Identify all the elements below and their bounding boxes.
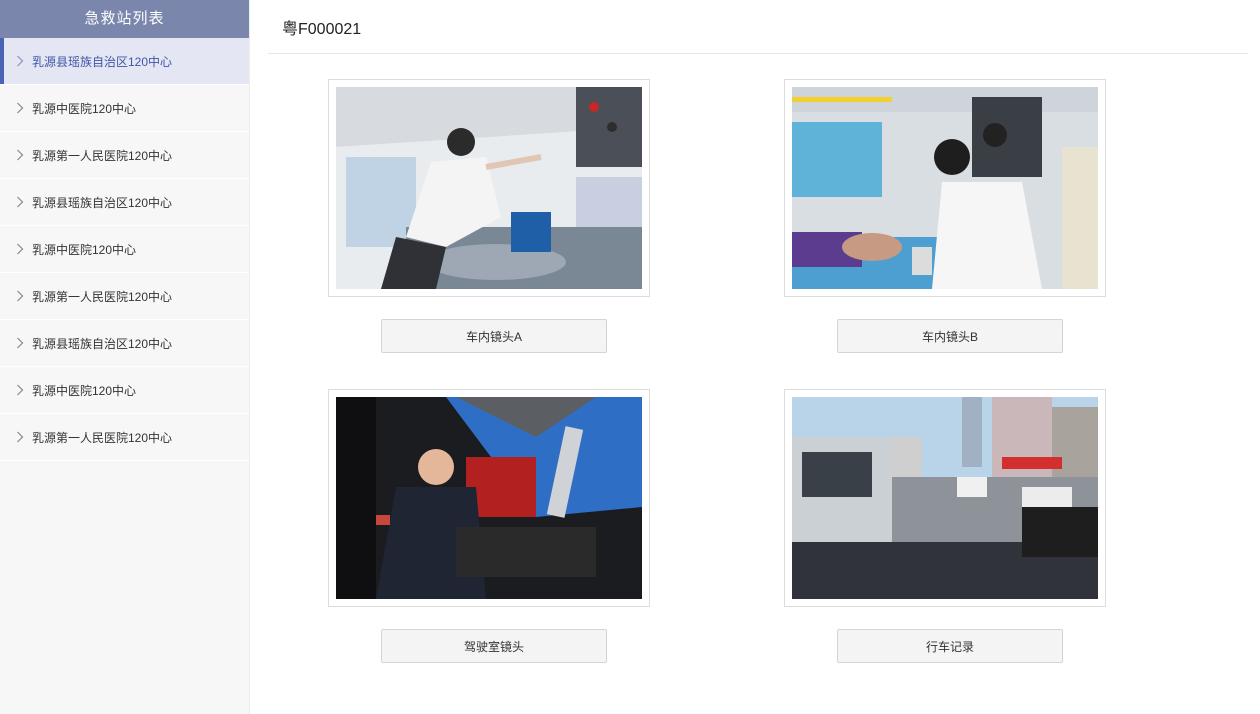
driver-cab-radio-image — [336, 397, 642, 599]
chevron-right-icon — [14, 102, 26, 114]
camera-card: 车内镜头B — [784, 79, 1106, 353]
station-sidebar: 急救站列表 乳源县瑶族自治区120中心 乳源中医院120中心 乳源第一人民医院1… — [0, 0, 250, 714]
chevron-right-icon — [14, 290, 26, 302]
chevron-right-icon — [14, 431, 26, 443]
camera-frame[interactable] — [784, 389, 1106, 607]
app-root: 急救站列表 乳源县瑶族自治区120中心 乳源中医院120中心 乳源第一人民医院1… — [0, 0, 1260, 714]
camera-frame[interactable] — [784, 79, 1106, 297]
station-item[interactable]: 乳源县瑶族自治区120中心 — [0, 38, 249, 85]
dashcam-record-button[interactable]: 行车记录 — [837, 629, 1063, 663]
chevron-right-icon — [14, 337, 26, 349]
vehicle-header: 粤F000021 — [268, 0, 1248, 54]
chevron-right-icon — [14, 243, 26, 255]
dashcam-street-view-image — [792, 397, 1098, 599]
station-item[interactable]: 乳源县瑶族自治区120中心 — [0, 179, 249, 226]
chevron-right-icon — [14, 196, 26, 208]
station-item-label: 乳源县瑶族自治区120中心 — [32, 54, 173, 69]
station-item-label: 乳源县瑶族自治区120中心 — [32, 336, 173, 351]
station-item-label: 乳源中医院120中心 — [32, 242, 137, 257]
station-item[interactable]: 乳源第一人民医院120中心 — [0, 132, 249, 179]
station-item[interactable]: 乳源第一人民医院120中心 — [0, 414, 249, 461]
chevron-right-icon — [14, 384, 26, 396]
camera-feed-image — [792, 397, 1098, 599]
ambulance-interior-nurse-image — [336, 87, 642, 289]
station-item-label: 乳源中医院120中心 — [32, 383, 137, 398]
camera-b-button[interactable]: 车内镜头B — [837, 319, 1063, 353]
camera-card: 车内镜头A — [328, 79, 650, 353]
camera-feed-image — [792, 87, 1098, 289]
ambulance-interior-patient-image — [792, 87, 1098, 289]
station-item-label: 乳源第一人民医院120中心 — [32, 430, 173, 445]
station-item-label: 乳源县瑶族自治区120中心 — [32, 195, 173, 210]
main-panel: 粤F000021 车内镜头A 车内镜头B 驾驶室镜头 行车记录 — [250, 0, 1260, 714]
camera-feed-image — [336, 397, 642, 599]
station-item[interactable]: 乳源中医院120中心 — [0, 226, 249, 273]
sidebar-title: 急救站列表 — [0, 0, 249, 38]
camera-card: 行车记录 — [784, 389, 1106, 663]
camera-a-button[interactable]: 车内镜头A — [381, 319, 607, 353]
driver-cab-camera-button[interactable]: 驾驶室镜头 — [381, 629, 607, 663]
camera-frame[interactable] — [328, 79, 650, 297]
station-item-label: 乳源第一人民医院120中心 — [32, 289, 173, 304]
camera-card: 驾驶室镜头 — [328, 389, 650, 663]
plate-number: 粤F000021 — [282, 20, 362, 38]
station-item[interactable]: 乳源中医院120中心 — [0, 85, 249, 132]
camera-frame[interactable] — [328, 389, 650, 607]
station-item[interactable]: 乳源第一人民医院120中心 — [0, 273, 249, 320]
station-item[interactable]: 乳源县瑶族自治区120中心 — [0, 320, 249, 367]
station-list: 乳源县瑶族自治区120中心 乳源中医院120中心 乳源第一人民医院120中心 乳… — [0, 38, 249, 461]
station-item[interactable]: 乳源中医院120中心 — [0, 367, 249, 414]
chevron-right-icon — [14, 149, 26, 161]
camera-feed-image — [336, 87, 642, 289]
station-item-label: 乳源第一人民医院120中心 — [32, 148, 173, 163]
station-item-label: 乳源中医院120中心 — [32, 101, 137, 116]
chevron-right-icon — [14, 55, 26, 67]
